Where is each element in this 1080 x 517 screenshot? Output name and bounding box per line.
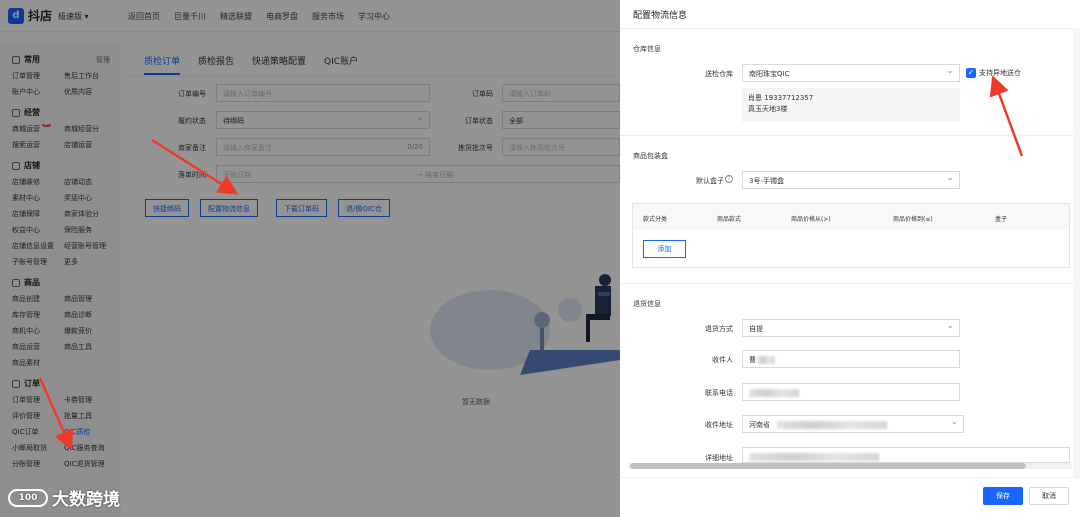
watermark-logo-icon: 100 [8, 488, 48, 507]
save-button[interactable]: 保存 [983, 487, 1023, 505]
warehouse-select[interactable]: 南阳珠宝QIC [742, 64, 960, 82]
watermark: 100 大数跨境 [8, 485, 120, 510]
divider [620, 283, 1080, 284]
receiver-input[interactable]: 曹 [742, 350, 960, 368]
divider [620, 135, 1080, 136]
return-method-select[interactable]: 自提 [742, 319, 960, 337]
detail-address-input[interactable] [742, 447, 1070, 463]
phone-label: 联系电话 [705, 389, 733, 397]
scroll-thumb[interactable] [630, 463, 1026, 469]
warehouse-label: 送检仓库 [705, 70, 733, 78]
drawer-title: 配置物流信息 [633, 11, 688, 21]
col-price-from: 商品价格从(>) [791, 216, 831, 223]
remote-delivery-checkbox[interactable]: ✓ [966, 68, 976, 78]
warehouse-address: 肖恩 19337712357 真玉天地3楼 [742, 88, 960, 122]
horizontal-scrollbar[interactable] [628, 463, 1072, 469]
remote-delivery-label[interactable]: 支持异地送仓 [979, 68, 1021, 78]
vertical-scrollbar[interactable] [1073, 28, 1080, 478]
receiver-value: 曹 [749, 356, 756, 364]
col-price-to: 商品价格到(≤) [893, 216, 933, 223]
return-section-title: 退货信息 [633, 300, 661, 308]
help-icon[interactable]: ? [725, 175, 733, 183]
add-rule-button[interactable]: 添加 [643, 240, 686, 258]
redacted-mask [757, 356, 775, 364]
redacted-mask [749, 389, 799, 397]
default-box-select[interactable]: 3号-手镯盒 [742, 171, 960, 189]
col-style-category: 款式分类 [643, 216, 668, 223]
warehouse-section-title: 仓库信息 [633, 45, 661, 53]
region-select[interactable]: 河南省 [742, 415, 964, 433]
detail-address-label: 详细地址 [705, 454, 733, 462]
region-value: 河南省 [749, 421, 770, 429]
cancel-button[interactable]: 取消 [1029, 487, 1069, 505]
watermark-text: 大数跨境 [52, 490, 120, 510]
redacted-mask [777, 421, 887, 429]
table-header: 款式分类 商品款式 商品价格从(>) 商品价格到(≤) 盒子 [633, 204, 1069, 230]
return-method-label: 退货方式 [705, 325, 733, 333]
app-root: d 抖店 极速版 ▾ 返回首页 巨量千川 精选联盟 电商罗盘 服务市场 学习中心… [0, 0, 1080, 517]
divider [620, 28, 1080, 29]
modal-overlay[interactable] [0, 0, 620, 517]
redacted-mask [749, 453, 879, 461]
col-product-style: 商品款式 [717, 216, 742, 223]
box-section-title: 商品包装盒 [633, 152, 668, 160]
receiver-label: 收件人 [712, 356, 733, 364]
default-box-label: 默认盒子 [696, 177, 724, 185]
box-rules-table: 款式分类 商品款式 商品价格从(>) 商品价格到(≤) 盒子 添加 [632, 203, 1070, 268]
region-label: 收件地址 [705, 421, 733, 429]
col-box: 盒子 [995, 216, 1008, 223]
logistics-drawer: 配置物流信息 仓库信息 送检仓库 南阳珠宝QIC ✓ 支持异地送仓 肖恩 193… [620, 0, 1080, 517]
address-line: 真玉天地3楼 [748, 105, 788, 113]
contact-line: 肖恩 19337712357 [748, 94, 814, 102]
drawer-footer: 保存 取消 [620, 477, 1080, 517]
phone-input[interactable] [742, 383, 960, 401]
